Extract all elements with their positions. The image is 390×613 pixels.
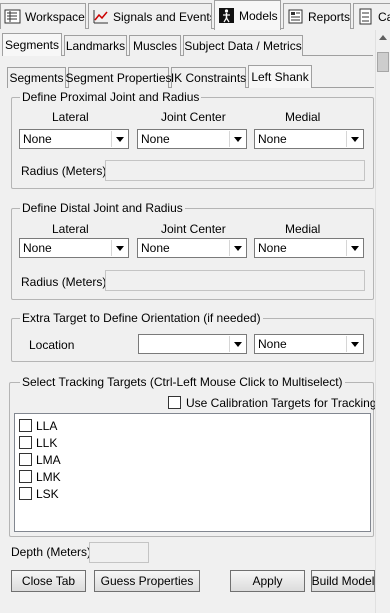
location-select[interactable]: [138, 334, 247, 354]
proximal-lateral-value: None: [23, 132, 52, 146]
workspace-icon: [4, 8, 21, 25]
tab-models[interactable]: Models: [214, 0, 281, 30]
reports-icon: [287, 8, 304, 25]
distal-center-label: Joint Center: [161, 222, 226, 236]
distal-medial-select[interactable]: None: [254, 238, 364, 258]
target-checkbox[interactable]: [19, 436, 32, 449]
tab-calibration[interactable]: Ca: [353, 3, 390, 29]
target-label: LSK: [36, 486, 59, 501]
distal-lateral-select[interactable]: None: [19, 238, 129, 258]
tracking-group-title: Select Tracking Targets (Ctrl-Left Mouse…: [20, 375, 345, 389]
subtab-segment-properties[interactable]: Segment Properties: [65, 67, 172, 88]
list-item[interactable]: LLK: [19, 435, 57, 450]
proximal-center-select[interactable]: None: [137, 129, 247, 149]
extra-group-title: Extra Target to Define Orientation (if n…: [20, 311, 263, 325]
calibration-checkbox[interactable]: [168, 396, 181, 409]
list-item[interactable]: LSK: [19, 486, 59, 501]
chevron-down-icon[interactable]: [111, 240, 127, 256]
proximal-group-title: Define Proximal Joint and Radius: [20, 90, 202, 104]
proximal-medial-label: Medial: [285, 110, 321, 124]
subtab-segments-label: Segments: [9, 71, 64, 85]
calibration-label: Use Calibration Targets for Tracking: [186, 396, 377, 410]
target-label: LLA: [36, 418, 58, 433]
target-label: LMA: [36, 452, 61, 467]
chevron-down-icon[interactable]: [229, 336, 245, 352]
subtab-segment-properties-label: Segment Properties: [65, 71, 172, 85]
scroll-up-arrow-icon[interactable]: [379, 35, 387, 40]
proximal-lateral-select[interactable]: None: [19, 129, 129, 149]
tab-signals-and-events[interactable]: Signals and Events: [88, 3, 212, 29]
list-item[interactable]: LMK: [19, 469, 61, 484]
tab-muscles[interactable]: Muscles: [129, 35, 181, 56]
apply-button[interactable]: Apply: [230, 570, 305, 592]
subtab-segments[interactable]: Segments: [7, 67, 66, 88]
chevron-down-icon[interactable]: [111, 131, 127, 147]
distal-medial-label: Medial: [285, 222, 321, 236]
proximal-center-label: Joint Center: [161, 110, 226, 124]
distal-radius-label: Radius (Meters): [21, 275, 107, 289]
tab-workspace[interactable]: Workspace: [0, 3, 86, 29]
calibration-icon: [357, 8, 374, 25]
tab-subject-data-label: Subject Data / Metrics: [184, 39, 302, 53]
chevron-down-icon[interactable]: [229, 240, 245, 256]
target-checkbox[interactable]: [19, 419, 32, 432]
tab-reports[interactable]: Reports: [283, 3, 351, 29]
chevron-down-icon[interactable]: [346, 336, 362, 352]
tab-landmarks-label: Landmarks: [65, 39, 126, 53]
proximal-medial-value: None: [258, 132, 287, 146]
signals-chart-icon: [92, 8, 109, 25]
tab-subject-data-metrics[interactable]: Subject Data / Metrics: [183, 35, 303, 56]
target-label: LMK: [36, 469, 61, 484]
chevron-down-icon[interactable]: [229, 131, 245, 147]
target-checkbox[interactable]: [19, 470, 32, 483]
list-item[interactable]: LLA: [19, 418, 57, 433]
proximal-lateral-label: Lateral: [52, 110, 89, 124]
close-tab-button[interactable]: Close Tab: [11, 570, 86, 592]
target-label: LLK: [36, 435, 58, 450]
chevron-down-icon[interactable]: [346, 131, 362, 147]
tab-workspace-label: Workspace: [25, 9, 85, 24]
proximal-center-value: None: [141, 132, 170, 146]
target-checkbox[interactable]: [19, 453, 32, 466]
depth-field[interactable]: [89, 542, 149, 563]
build-model-button[interactable]: Build Model: [311, 570, 375, 592]
guess-properties-button[interactable]: Guess Properties: [94, 570, 200, 592]
tab-segments[interactable]: Segments: [2, 33, 62, 56]
top-tab-strip: Workspace Signals and Events Models Repo…: [0, 0, 390, 30]
distal-center-value: None: [141, 241, 170, 255]
subtab-ik-constraints-label: IK Constraints: [170, 71, 247, 85]
tab-models-label: Models: [239, 8, 278, 23]
subtab-ik-constraints[interactable]: IK Constraints: [171, 67, 246, 88]
list-item[interactable]: LMA: [19, 452, 61, 467]
location-second-select[interactable]: None: [254, 334, 364, 354]
distal-center-select[interactable]: None: [137, 238, 247, 258]
subtab-left-shank[interactable]: Left Shank: [248, 65, 312, 88]
target-checkbox[interactable]: [19, 487, 32, 500]
tab-calibration-label: Ca: [378, 9, 390, 24]
tab-segments-label: Segments: [4, 38, 60, 52]
distal-radius-field[interactable]: [105, 270, 365, 291]
proximal-radius-field[interactable]: [105, 160, 365, 181]
vertical-scrollbar[interactable]: [375, 30, 390, 613]
distal-lateral-label: Lateral: [52, 222, 89, 236]
proximal-radius-label: Radius (Meters): [21, 164, 107, 178]
tab-landmarks[interactable]: Landmarks: [64, 35, 127, 56]
distal-medial-value: None: [258, 241, 287, 255]
tab-reports-label: Reports: [308, 9, 351, 24]
subtab-left-shank-label: Left Shank: [251, 70, 309, 84]
tracking-targets-list[interactable]: LLA LLK LMA LMK LSK: [14, 413, 371, 532]
proximal-medial-select[interactable]: None: [254, 129, 364, 149]
distal-group-title: Define Distal Joint and Radius: [20, 201, 185, 215]
depth-label: Depth (Meters):: [11, 545, 95, 559]
tab-muscles-label: Muscles: [132, 39, 177, 53]
location-second-value: None: [258, 337, 287, 351]
location-label: Location: [29, 338, 75, 352]
distal-lateral-value: None: [23, 241, 52, 255]
models-icon: [218, 7, 235, 24]
chevron-down-icon[interactable]: [346, 240, 362, 256]
tab-signals-label: Signals and Events: [113, 9, 212, 24]
scrollbar-thumb[interactable]: [377, 52, 389, 72]
